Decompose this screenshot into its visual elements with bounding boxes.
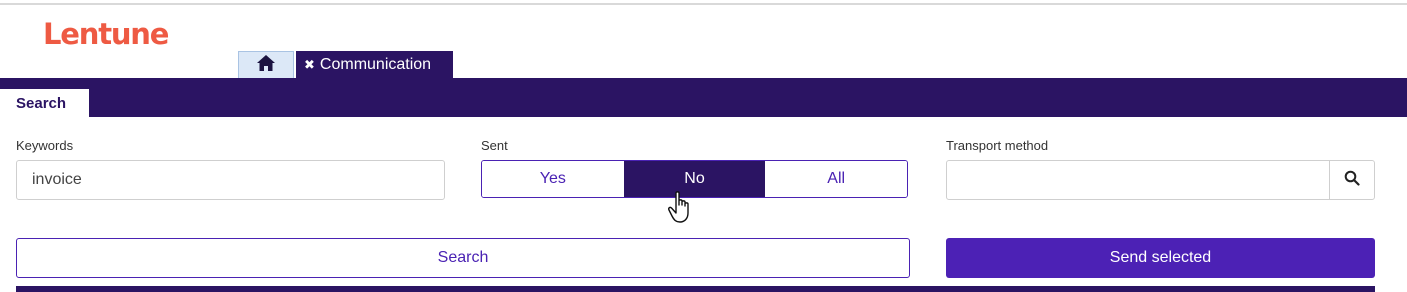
results-header-bar — [16, 286, 1375, 292]
close-icon[interactable]: ✖ — [304, 57, 315, 73]
transport-method-label: Transport method — [946, 138, 1049, 153]
transport-search-button[interactable] — [1329, 160, 1375, 200]
sent-label: Sent — [481, 138, 508, 153]
tab-home[interactable] — [238, 51, 294, 79]
keywords-label: Keywords — [16, 138, 74, 153]
tab-search-label: Search — [16, 94, 67, 112]
section-header-bar — [0, 78, 1407, 117]
sent-all-button[interactable]: All — [765, 161, 907, 197]
brand-logo: Lentune — [43, 17, 169, 51]
tab-search[interactable]: Search — [0, 89, 89, 117]
transport-method-input[interactable] — [946, 160, 1330, 200]
tab-communication-label: Communication — [319, 56, 432, 73]
top-divider — [0, 3, 1407, 5]
tab-communication[interactable]: ✖ Communication — [296, 51, 453, 79]
home-icon — [256, 54, 276, 77]
send-selected-button[interactable]: Send selected — [946, 238, 1375, 278]
sent-yes-button[interactable]: Yes — [482, 161, 624, 197]
keywords-input[interactable] — [16, 160, 445, 200]
hand-cursor-icon — [667, 190, 697, 231]
search-icon — [1344, 170, 1360, 191]
search-button[interactable]: Search — [16, 238, 910, 278]
